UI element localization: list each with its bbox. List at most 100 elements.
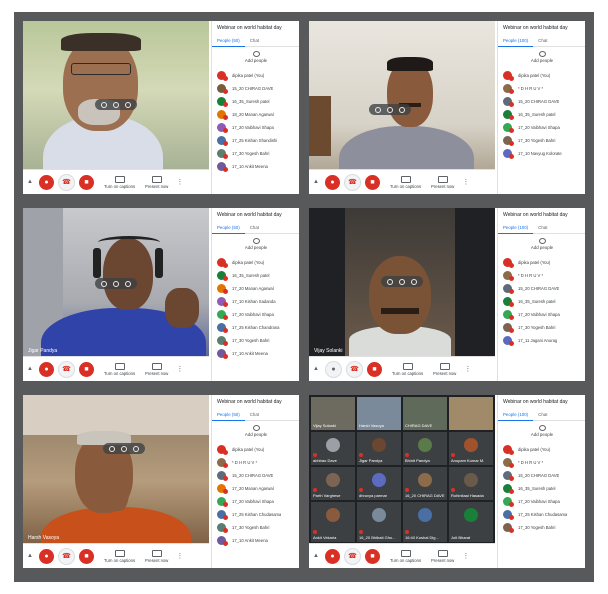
participant-row[interactable]: 17_10 Ankit Meena: [212, 347, 299, 360]
add-people-button[interactable]: Add people: [498, 234, 585, 252]
grid-tile[interactable]: Rohinitaal Hasada: [449, 467, 493, 500]
tile-hover-controls[interactable]: [95, 278, 137, 289]
add-people-button[interactable]: Add people: [498, 47, 585, 65]
participant-row[interactable]: 16_35_Suresh patel: [498, 482, 585, 495]
grid-tile[interactable]: Anupam Kumar M.: [449, 432, 493, 465]
participant-row[interactable]: 17_20 Vaibhavi Shapa: [212, 308, 299, 321]
captions-button[interactable]: Turn on captions: [104, 362, 135, 376]
participant-row[interactable]: 17_30 Yogesh Bahri: [498, 134, 585, 147]
chevron-up-icon[interactable]: ▲: [313, 179, 321, 185]
more-options-icon[interactable]: ⋮: [176, 178, 183, 186]
tile-hover-controls[interactable]: [369, 104, 411, 115]
participant-row[interactable]: 16_35_Suresh patel: [212, 95, 299, 108]
participant-row[interactable]: 18_20 Manan Agarwal: [212, 108, 299, 121]
participant-row[interactable]: 15_20 CHIRAG DAVE: [498, 95, 585, 108]
camera-off-button[interactable]: ■: [79, 361, 94, 377]
participant-row[interactable]: 17_10 Kishan Sadanda: [212, 295, 299, 308]
add-people-button[interactable]: Add people: [498, 421, 585, 439]
more-options-icon[interactable]: ⋮: [176, 365, 183, 373]
tab-chat[interactable]: Chat: [245, 409, 264, 420]
mic-off-button[interactable]: ●: [325, 174, 340, 190]
participant-row[interactable]: 15_20 CHIRAG DAVE: [212, 469, 299, 482]
grid-tile[interactable]: CHIRAG DAVE: [403, 397, 447, 430]
participant-row[interactable]: 17_25 Kishan Chudasama: [212, 508, 299, 521]
grid-tile[interactable]: 16:40 Kushal Dig...: [403, 502, 447, 542]
chevron-up-icon[interactable]: ▲: [27, 553, 35, 559]
participant-row[interactable]: 17_30 Yogesh Bahri: [212, 521, 299, 534]
add-people-button[interactable]: Add people: [212, 421, 299, 439]
participant-row[interactable]: dipika patel (You): [498, 256, 585, 269]
tab-chat[interactable]: Chat: [533, 409, 552, 420]
participant-row[interactable]: * D H R U V *: [498, 82, 585, 95]
participant-row[interactable]: 17_30 Yogesh Bahri: [212, 147, 299, 160]
tab-people[interactable]: People (50): [212, 35, 245, 47]
tab-people[interactable]: People (100): [498, 35, 534, 47]
tab-chat[interactable]: Chat: [245, 35, 264, 46]
participant-row[interactable]: 17_30 Yogesh Bahri: [498, 321, 585, 334]
participant-row[interactable]: dipika patel (You): [212, 256, 299, 269]
participant-row[interactable]: 17_10 Ankit Meena: [212, 160, 299, 173]
participant-row[interactable]: 16_35_Suresh patel: [498, 108, 585, 121]
chevron-up-icon[interactable]: ▲: [313, 553, 321, 559]
participant-row[interactable]: * D H R U V *: [498, 269, 585, 282]
end-call-button[interactable]: ☎: [58, 173, 75, 191]
end-call-button[interactable]: ☎: [344, 547, 361, 565]
chevron-up-icon[interactable]: ▲: [27, 179, 35, 185]
grid-tile[interactable]: Parth Varghese: [311, 467, 355, 500]
captions-button[interactable]: Turn on captions: [104, 549, 135, 563]
participant-row[interactable]: 17_20 Vaibhavi Shapa: [212, 495, 299, 508]
participant-row[interactable]: dipika patel (You): [498, 69, 585, 82]
participant-row[interactable]: dipika patel (You): [212, 443, 299, 456]
participant-row[interactable]: 16_35_Suresh patel: [498, 295, 585, 308]
chevron-up-icon[interactable]: ▲: [27, 366, 35, 372]
participant-row[interactable]: 17_20 Manan Agarwal: [212, 282, 299, 295]
add-people-button[interactable]: Add people: [212, 234, 299, 252]
tab-people[interactable]: People (50): [212, 222, 245, 234]
camera-off-button[interactable]: ■: [367, 361, 382, 377]
participant-row[interactable]: 15_20 CHIRAG DAVE: [498, 469, 585, 482]
grid-tile[interactable]: dhruvya parmar: [357, 467, 401, 500]
grid-tile[interactable]: 16_20 Bhibati Gho...: [357, 502, 401, 542]
more-options-icon[interactable]: ⋮: [176, 552, 183, 560]
grid-tile[interactable]: abhirao Dave: [311, 432, 355, 465]
end-call-button[interactable]: ☎: [346, 360, 363, 378]
end-call-button[interactable]: ☎: [344, 173, 361, 191]
participant-row[interactable]: 17_25 Kishan Chudasama: [498, 508, 585, 521]
participant-row[interactable]: 15_20 CHIRAG DAVE: [498, 282, 585, 295]
present-button[interactable]: Present now: [433, 362, 456, 376]
participant-row[interactable]: * D H R U V *: [212, 456, 299, 469]
participant-row[interactable]: 17_20 Vaibhavi Shapa: [498, 308, 585, 321]
end-call-button[interactable]: ☎: [58, 360, 75, 378]
tile-hover-controls[interactable]: [381, 276, 423, 287]
chevron-up-icon[interactable]: ▲: [313, 366, 321, 372]
tab-people[interactable]: People (100): [498, 409, 534, 421]
mic-off-button[interactable]: ●: [39, 361, 54, 377]
participant-row[interactable]: dipika patel (You): [498, 443, 585, 456]
grid-tile[interactable]: [449, 397, 493, 430]
participant-row[interactable]: 15_20 CHIRAG DAVE: [212, 82, 299, 95]
participant-row[interactable]: 16_35_Suresh patel: [212, 269, 299, 282]
present-button[interactable]: Present now: [145, 175, 168, 189]
grid-tile[interactable]: Bhinit Pandya: [403, 432, 447, 465]
tab-people[interactable]: People (100): [498, 222, 534, 234]
mic-off-button[interactable]: ●: [39, 548, 54, 564]
tab-people[interactable]: People (50): [212, 409, 245, 421]
captions-button[interactable]: Turn on captions: [390, 175, 421, 189]
grid-tile[interactable]: 16_20 CHIRAG DAVE: [403, 467, 447, 500]
participant-row[interactable]: 17_25 Kishan Chandrana: [212, 321, 299, 334]
participant-row[interactable]: 17_20 Vaibhavi Shapa: [498, 495, 585, 508]
tile-hover-controls[interactable]: [95, 99, 137, 110]
camera-off-button[interactable]: ■: [79, 174, 94, 190]
grid-tile[interactable]: Ankit Vekaria: [311, 502, 355, 542]
more-options-icon[interactable]: ⋮: [464, 365, 471, 373]
participant-row[interactable]: dipika patel (You): [212, 69, 299, 82]
grid-tile[interactable]: Jigar Pandya: [357, 432, 401, 465]
participant-row[interactable]: 17_10 Ankit Meena: [212, 534, 299, 547]
mic-off-button[interactable]: ●: [39, 174, 54, 190]
camera-off-button[interactable]: ■: [79, 548, 94, 564]
tab-chat[interactable]: Chat: [533, 222, 552, 233]
end-call-button[interactable]: ☎: [58, 547, 75, 565]
grid-tile[interactable]: Harsh Vasoya: [357, 397, 401, 430]
grid-tile[interactable]: Jolt Bharat: [449, 502, 493, 542]
present-button[interactable]: Present now: [431, 549, 454, 563]
